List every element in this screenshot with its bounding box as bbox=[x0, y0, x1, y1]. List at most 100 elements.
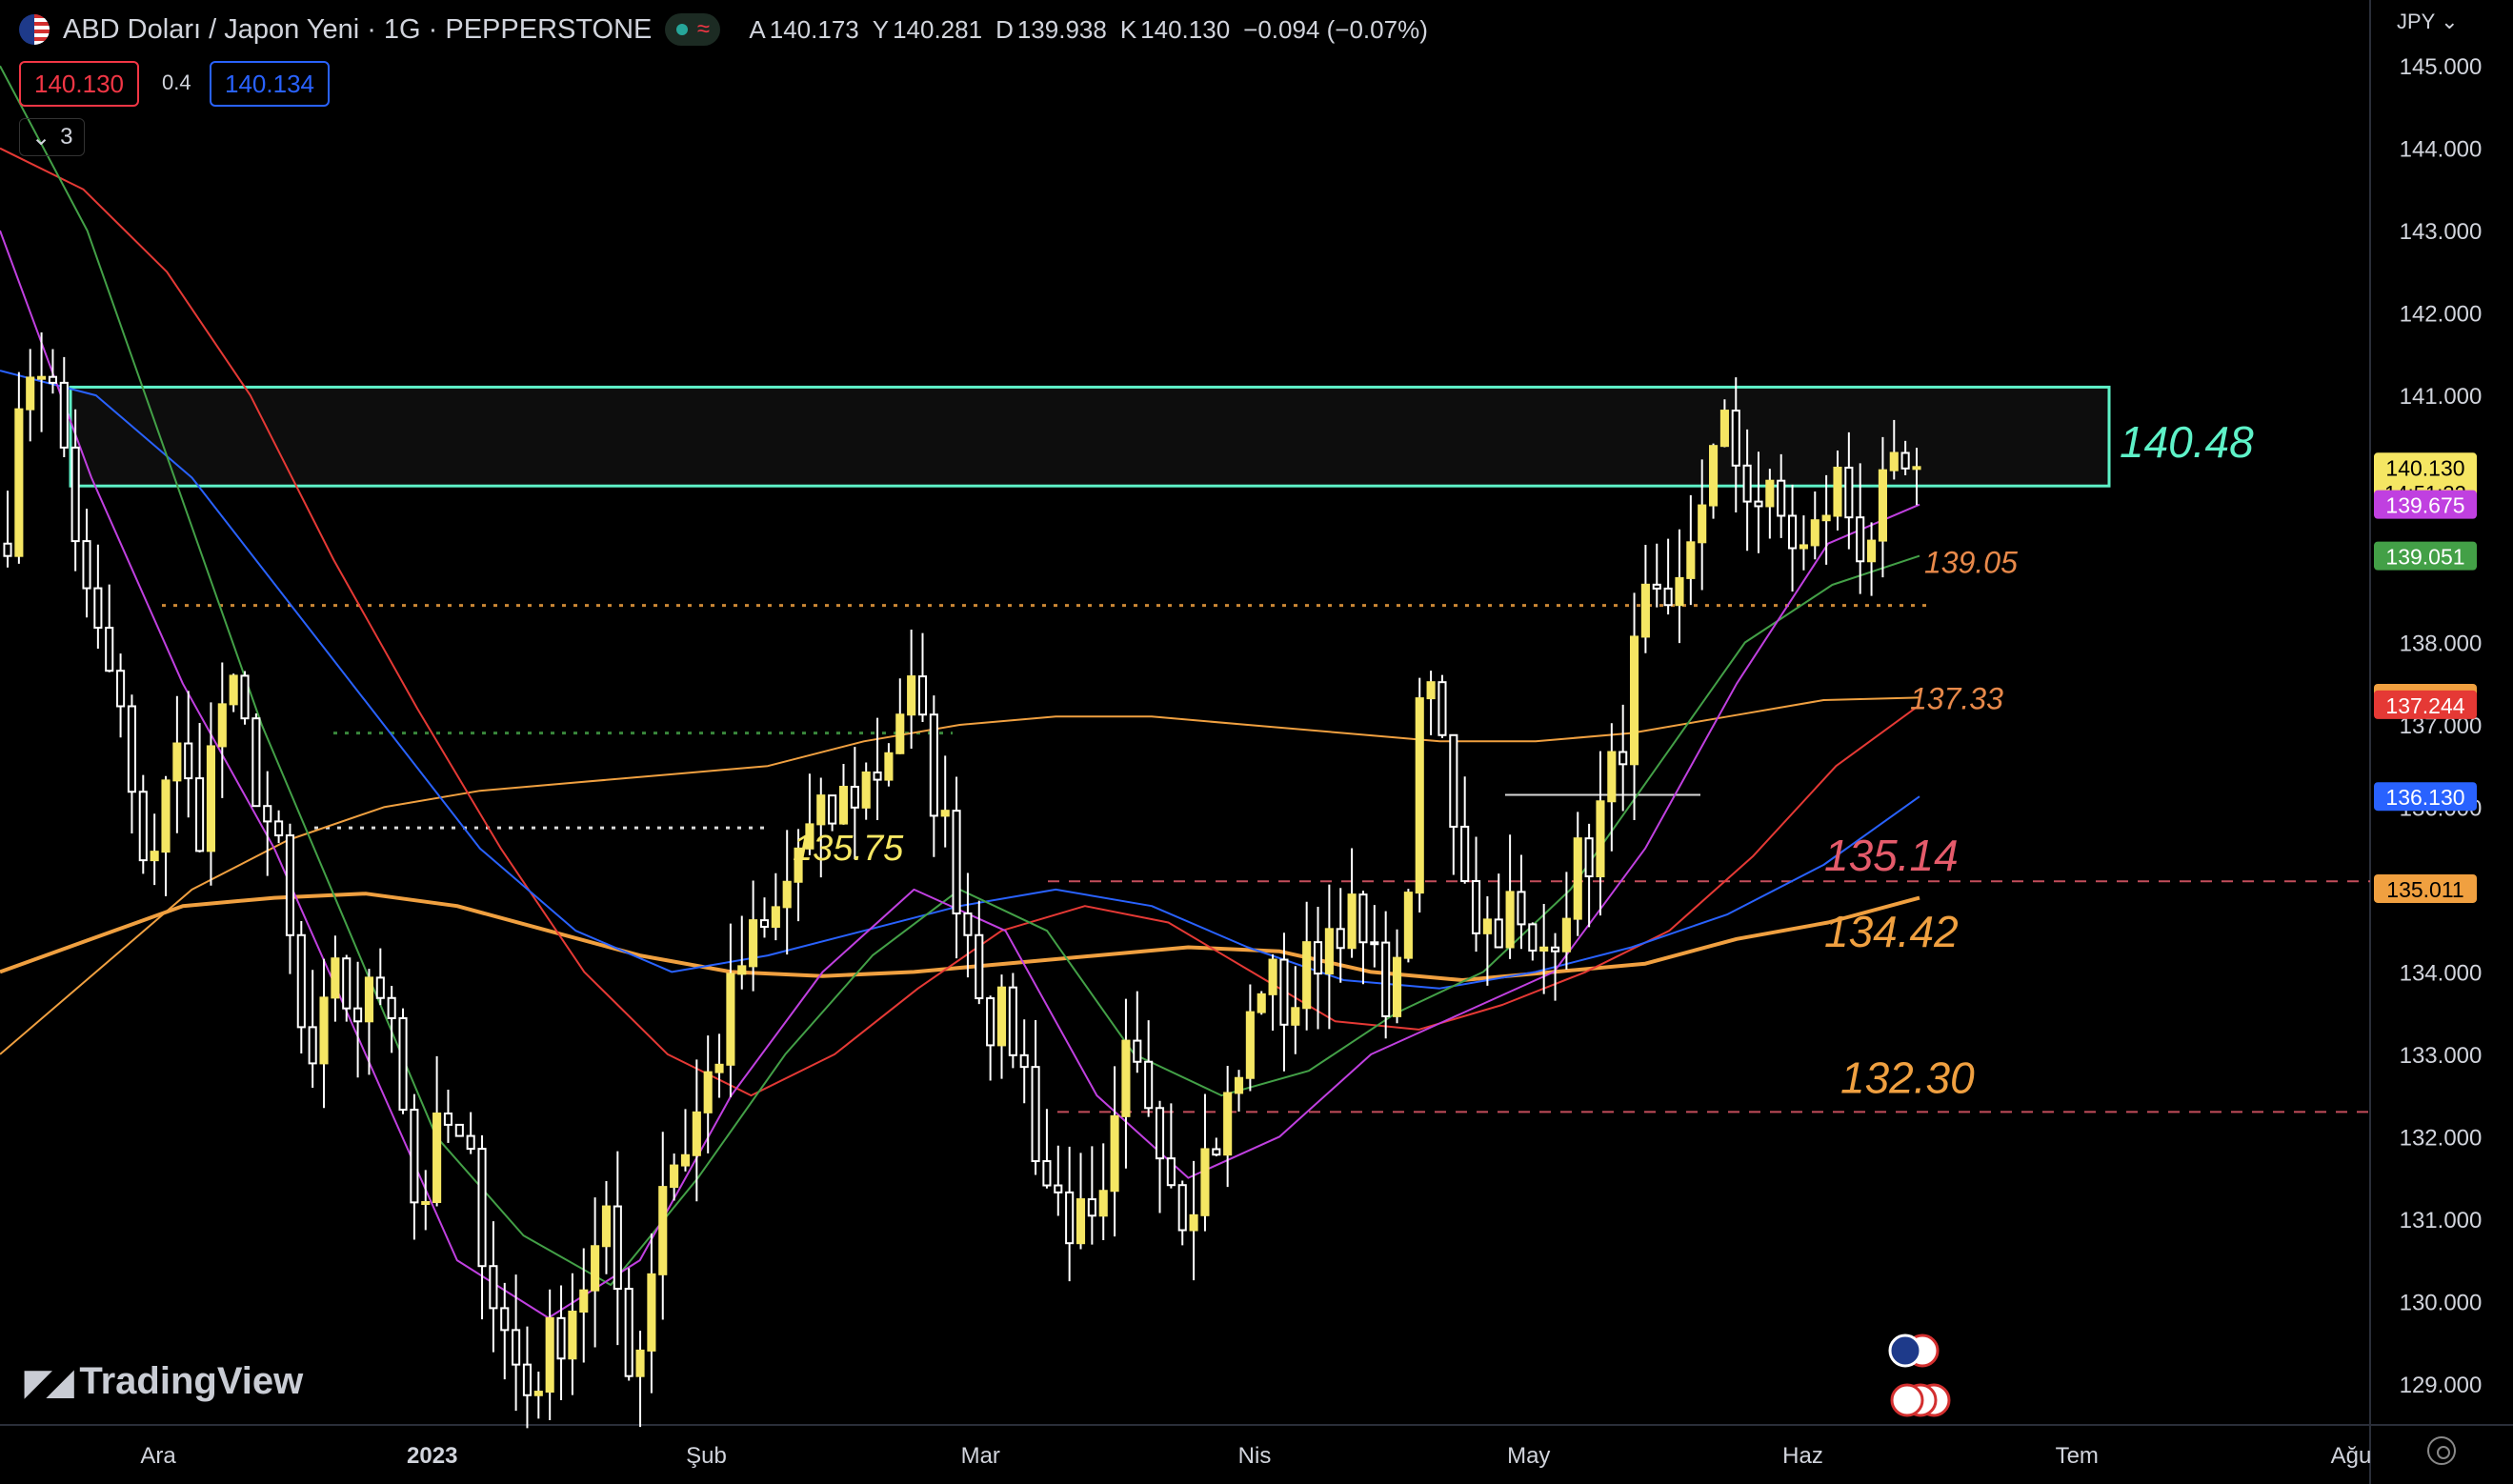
indicators-toggle-button[interactable]: ⌄ 3 bbox=[19, 118, 86, 156]
chart-annotation: 135.14 bbox=[1824, 831, 1959, 880]
candle-body bbox=[1065, 1191, 1075, 1245]
buy-button[interactable]: 140.134 bbox=[210, 61, 330, 107]
logo-text: TradingView bbox=[79, 1360, 304, 1402]
y-tick-label: 145.000 bbox=[2400, 54, 2483, 80]
candle-body bbox=[1844, 466, 1854, 519]
price-tag-label: 139.051 bbox=[2385, 545, 2464, 570]
high-key: Y bbox=[872, 14, 890, 44]
resistance-zone bbox=[69, 385, 2111, 488]
candle-body bbox=[1245, 1011, 1255, 1079]
candle-body bbox=[319, 996, 329, 1065]
candle-body bbox=[556, 1316, 566, 1360]
candle-body bbox=[1482, 918, 1492, 934]
candle-body bbox=[1742, 464, 1752, 503]
candle-body bbox=[828, 794, 837, 825]
symbol-title[interactable]: ABD Doları / Japon Yeni · 1G · PEPPERSTO… bbox=[63, 14, 652, 46]
x-tick-label: Ara bbox=[140, 1443, 176, 1469]
candle-body bbox=[1133, 1039, 1142, 1063]
candle-body bbox=[1629, 635, 1639, 766]
candle-body bbox=[195, 777, 205, 852]
candle-body bbox=[782, 880, 792, 909]
candle-body bbox=[364, 976, 374, 1023]
open-key: A bbox=[749, 14, 766, 44]
candle-body bbox=[410, 1109, 419, 1204]
candle-body bbox=[1256, 993, 1266, 1013]
candle-body bbox=[375, 976, 385, 999]
candle-body bbox=[1087, 1198, 1096, 1217]
candle-body bbox=[601, 1205, 612, 1248]
candle-body bbox=[1291, 1007, 1300, 1026]
candle-body bbox=[466, 1134, 475, 1151]
candle-body bbox=[613, 1205, 622, 1291]
y-tick-label: 144.000 bbox=[2400, 137, 2483, 163]
candle-body bbox=[1008, 986, 1017, 1056]
chart-annotation: 137.33 bbox=[1910, 681, 2003, 715]
candle-body bbox=[579, 1289, 589, 1314]
candle-body bbox=[1166, 1157, 1176, 1187]
moving-average-line bbox=[0, 147, 1920, 1097]
candle-body bbox=[285, 834, 295, 936]
candle-body bbox=[59, 381, 69, 449]
candle-body bbox=[1054, 1184, 1063, 1193]
candle-body bbox=[353, 1007, 363, 1023]
candle-body bbox=[975, 933, 984, 1000]
candle-body bbox=[522, 1363, 533, 1396]
y-tick-label: 134.000 bbox=[2400, 960, 2483, 986]
price-chart[interactable]: 145.000 144.000 143.000 142.000 141.000 138.0… bbox=[0, 0, 2513, 1484]
market-status-badge[interactable]: ≈ bbox=[665, 13, 721, 46]
chart-annotation: 135.75 bbox=[793, 829, 904, 869]
candle-body bbox=[884, 752, 894, 781]
tradingview-logo-icon: ◤◢ bbox=[25, 1361, 73, 1401]
chevron-down-icon: ⌄ bbox=[2441, 10, 2459, 33]
tradingview-logo: ◤◢ TradingView bbox=[25, 1360, 303, 1403]
candle-body bbox=[1867, 539, 1877, 563]
candle-body bbox=[37, 375, 47, 380]
y-tick-label: 129.000 bbox=[2400, 1373, 2483, 1398]
candle-body bbox=[952, 810, 961, 915]
y-tick-label: 130.000 bbox=[2400, 1290, 2483, 1315]
x-tick-label: 2023 bbox=[407, 1443, 457, 1469]
candle-body bbox=[680, 1153, 691, 1167]
candle-body bbox=[1573, 837, 1582, 920]
candle-body bbox=[624, 1288, 633, 1377]
candle-body bbox=[1460, 825, 1470, 883]
candle-body bbox=[670, 1164, 679, 1189]
candle-body bbox=[1517, 891, 1526, 926]
currency-label: JPY bbox=[2397, 10, 2435, 33]
candle-body bbox=[263, 805, 272, 823]
candle-body bbox=[533, 1391, 543, 1396]
candle-body bbox=[1076, 1198, 1086, 1245]
market-open-dot-icon bbox=[675, 24, 688, 35]
candle-body bbox=[929, 713, 938, 817]
candle-body bbox=[1878, 469, 1887, 542]
candle-body bbox=[1449, 733, 1458, 828]
candle-body bbox=[421, 1201, 431, 1206]
candle-body bbox=[737, 965, 747, 975]
candle-body bbox=[658, 1186, 668, 1275]
candle-body bbox=[647, 1273, 656, 1352]
candle-body bbox=[1415, 697, 1424, 894]
candle-body bbox=[1268, 958, 1277, 995]
candle-body bbox=[1561, 917, 1571, 953]
candle-body bbox=[1618, 751, 1628, 766]
candle-body bbox=[308, 1026, 317, 1065]
sell-button[interactable]: 140.130 bbox=[19, 61, 139, 107]
candle-body bbox=[726, 973, 735, 1066]
axis-settings-gear-icon[interactable] bbox=[2427, 1436, 2456, 1465]
y-tick-label: 132.000 bbox=[2400, 1125, 2483, 1151]
candle-body bbox=[3, 542, 12, 557]
candle-body bbox=[714, 1063, 724, 1073]
candle-body bbox=[1336, 928, 1345, 950]
chart-annotation: 134.42 bbox=[1824, 907, 1959, 956]
y-tick-label: 143.000 bbox=[2400, 219, 2483, 245]
wave-icon: ≈ bbox=[696, 16, 710, 42]
candle-body bbox=[816, 794, 826, 826]
candle-body bbox=[1799, 544, 1808, 550]
candle-body bbox=[1754, 500, 1763, 508]
candle-body bbox=[1788, 514, 1798, 550]
currency-menu[interactable]: JPY ⌄ bbox=[2397, 10, 2459, 34]
chevron-down-icon: ⌄ bbox=[31, 124, 51, 150]
candle-body bbox=[1810, 519, 1819, 547]
chart-annotation: 132.30 bbox=[1840, 1053, 1975, 1102]
candle-body bbox=[1212, 1148, 1221, 1156]
